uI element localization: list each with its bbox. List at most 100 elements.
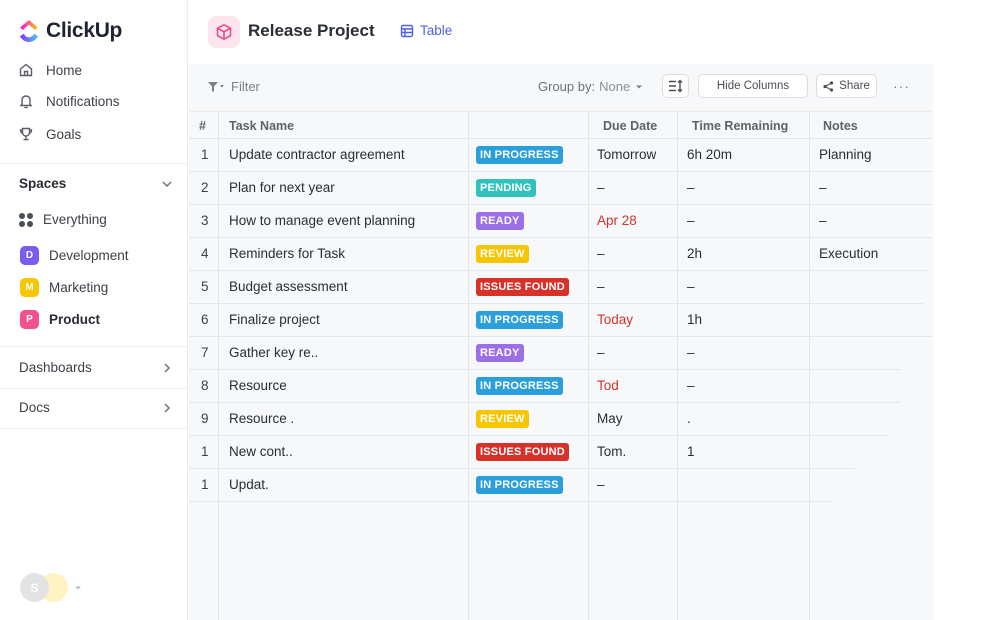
chevron-right-icon[interactable]: [161, 362, 173, 374]
due-date-cell[interactable]: –: [597, 345, 605, 360]
row-number: 8: [201, 378, 209, 393]
avatar: S: [20, 573, 49, 602]
status-badge[interactable]: IN PROGRESS: [476, 311, 563, 329]
due-date-cell[interactable]: –: [597, 246, 605, 261]
col-header-due-date[interactable]: Due Date: [603, 119, 657, 133]
time-remaining-cell[interactable]: 1h: [687, 312, 702, 327]
more-options-icon[interactable]: ···: [893, 78, 910, 94]
due-date-cell[interactable]: –: [597, 477, 605, 492]
col-header-notes[interactable]: Notes: [823, 119, 858, 133]
table-toolbar: Filter Group by: None Hide Columns Share…: [189, 64, 933, 112]
task-name-cell[interactable]: New cont..: [229, 444, 293, 459]
nav-notifications[interactable]: Notifications: [18, 93, 120, 109]
due-date-cell[interactable]: Tomorrow: [597, 147, 656, 162]
status-badge[interactable]: ISSUES FOUND: [476, 278, 569, 296]
space-product[interactable]: P Product: [20, 310, 100, 329]
space-marketing[interactable]: M Marketing: [20, 278, 108, 297]
task-name-cell[interactable]: Plan for next year: [229, 180, 335, 195]
space-everything[interactable]: Everything: [19, 212, 107, 227]
task-name-cell[interactable]: Update contractor agreement: [229, 147, 405, 162]
table-row[interactable]: 1 New cont.. ISSUES FOUND Tom. 1: [189, 436, 855, 469]
group-by-select[interactable]: Group by: None: [538, 79, 644, 94]
sidebar-divider: [0, 428, 188, 429]
col-header-number: #: [199, 119, 206, 133]
task-name-cell[interactable]: Gather key re..: [229, 345, 318, 360]
spaces-header[interactable]: Spaces: [19, 176, 173, 191]
table-row[interactable]: 9 Resource . REVIEW May.: [189, 403, 889, 436]
hide-columns-label: Hide Columns: [716, 80, 790, 92]
task-name-cell[interactable]: Resource: [229, 378, 287, 393]
status-badge[interactable]: REVIEW: [476, 245, 529, 263]
status-badge[interactable]: REVIEW: [476, 410, 529, 428]
notes-cell[interactable]: Planning: [819, 147, 872, 162]
table-row[interactable]: 5 Budget assessment ISSUES FOUND – –: [189, 271, 923, 304]
space-badge-m: M: [20, 278, 39, 297]
col-header-task-name[interactable]: Task Name: [229, 119, 294, 133]
task-table: # Task Name Due Date Time Remaining Note…: [189, 112, 933, 620]
time-remaining-cell[interactable]: –: [687, 345, 695, 360]
table-row[interactable]: 6 Finalize project IN PROGRESS Today 1h: [189, 304, 933, 337]
table-row[interactable]: 7 Gather key re.. READY – –: [189, 337, 901, 370]
table-row[interactable]: 1 Updat. IN PROGRESS –: [189, 469, 831, 502]
row-height-button[interactable]: [662, 74, 689, 98]
space-badge-d: D: [20, 246, 39, 265]
chevron-down-icon[interactable]: [161, 178, 173, 190]
app-logo[interactable]: ClickUp: [18, 18, 122, 44]
due-date-cell[interactable]: Today: [597, 312, 633, 327]
due-date-cell[interactable]: –: [597, 279, 605, 294]
project-icon: [208, 16, 240, 48]
nav-notifications-label: Notifications: [46, 93, 120, 109]
col-header-time-remaining[interactable]: Time Remaining: [692, 119, 788, 133]
table-row[interactable]: 1 Update contractor agreement IN PROGRESS T…: [189, 139, 933, 172]
task-name-cell[interactable]: Resource .: [229, 411, 294, 426]
tab-table-view[interactable]: Table: [400, 23, 452, 38]
sidebar: ClickUp Home Notifications Goals Spaces …: [0, 0, 188, 620]
status-badge[interactable]: IN PROGRESS: [476, 377, 563, 395]
notes-cell[interactable]: –: [819, 213, 827, 228]
user-avatar-menu[interactable]: S: [20, 573, 82, 602]
status-badge[interactable]: PENDING: [476, 179, 536, 197]
due-date-cell[interactable]: Tom.: [597, 444, 626, 459]
app-name: ClickUp: [46, 19, 123, 42]
table-row[interactable]: 8 Resource IN PROGRESS Tod –: [189, 370, 901, 403]
due-date-cell[interactable]: May: [597, 411, 623, 426]
table-row[interactable]: 3 How to manage event planning READY Apr 28…: [189, 205, 933, 238]
due-date-cell[interactable]: –: [597, 180, 605, 195]
status-badge[interactable]: READY: [476, 212, 524, 230]
chevron-right-icon[interactable]: [161, 402, 173, 414]
status-badge[interactable]: IN PROGRESS: [476, 476, 563, 494]
task-name-cell[interactable]: Finalize project: [229, 312, 320, 327]
task-name-cell[interactable]: How to manage event planning: [229, 213, 415, 228]
dashboards-header[interactable]: Dashboards: [19, 360, 173, 375]
status-badge[interactable]: IN PROGRESS: [476, 146, 563, 164]
time-remaining-cell[interactable]: 1: [687, 444, 695, 459]
nav-home[interactable]: Home: [18, 62, 82, 78]
filter-button[interactable]: Filter: [207, 79, 260, 94]
due-date-cell[interactable]: Apr 28: [597, 213, 637, 228]
due-date-cell[interactable]: Tod: [597, 378, 619, 393]
notes-cell[interactable]: –: [819, 180, 827, 195]
time-remaining-cell[interactable]: –: [687, 378, 695, 393]
app-window: ClickUp Home Notifications Goals Spaces …: [0, 0, 992, 620]
time-remaining-cell[interactable]: 6h 20m: [687, 147, 732, 162]
time-remaining-cell[interactable]: 2h: [687, 246, 702, 261]
docs-header[interactable]: Docs: [19, 400, 173, 415]
share-button[interactable]: Share: [816, 74, 877, 98]
group-by-label: Group by:: [538, 79, 596, 94]
sidebar-divider: [0, 388, 188, 389]
time-remaining-cell[interactable]: .: [687, 411, 691, 426]
task-name-cell[interactable]: Reminders for Task: [229, 246, 345, 261]
status-badge[interactable]: ISSUES FOUND: [476, 443, 569, 461]
hide-columns-button[interactable]: Hide Columns: [698, 74, 808, 98]
time-remaining-cell[interactable]: –: [687, 180, 695, 195]
status-badge[interactable]: READY: [476, 344, 524, 362]
time-remaining-cell[interactable]: –: [687, 279, 695, 294]
notes-cell[interactable]: Execution: [819, 246, 878, 261]
table-row[interactable]: 2 Plan for next year PENDING – – –: [189, 172, 933, 205]
nav-goals[interactable]: Goals: [18, 126, 81, 142]
time-remaining-cell[interactable]: –: [687, 213, 695, 228]
task-name-cell[interactable]: Updat.: [229, 477, 269, 492]
task-name-cell[interactable]: Budget assessment: [229, 279, 348, 294]
table-row[interactable]: 4 Reminders for Task REVIEW – 2h Execution: [189, 238, 927, 271]
space-development[interactable]: D Development: [20, 246, 129, 265]
